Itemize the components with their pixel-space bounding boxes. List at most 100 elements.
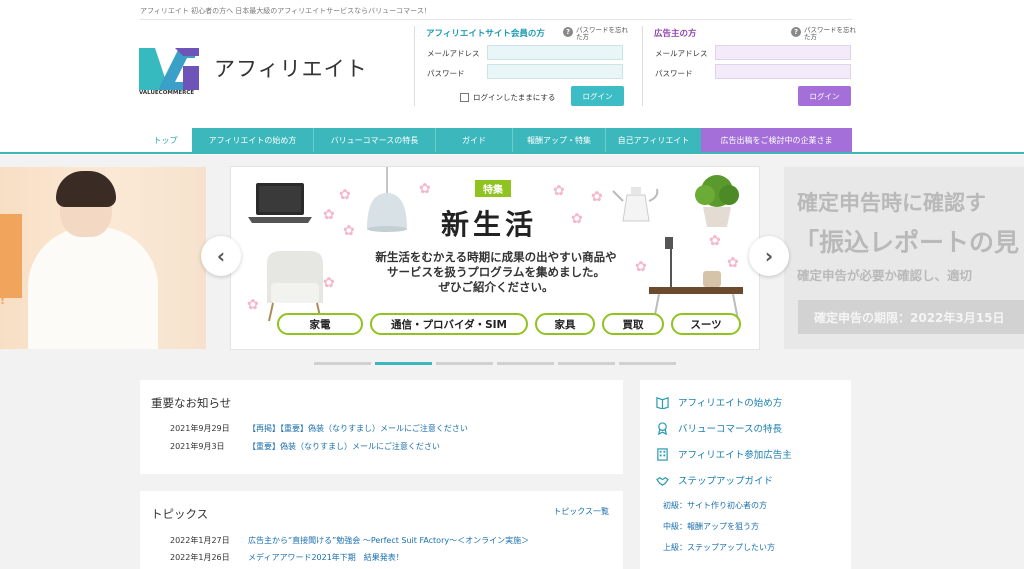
chevron-left-icon: ‹ bbox=[216, 244, 226, 268]
advertiser-login-title: 広告主の方 bbox=[654, 29, 697, 39]
carousel-indicator[interactable] bbox=[314, 362, 371, 365]
carousel-prev-button[interactable]: ‹ bbox=[201, 236, 241, 276]
news-link[interactable]: 【重要】偽装（なりすまし）メールにご注意ください bbox=[248, 441, 440, 452]
carousel-indicator[interactable] bbox=[558, 362, 615, 365]
carousel-slide-current[interactable]: ✿ ✿ ✿ ✿ ✿ ✿ ✿ ✿ ✿ ✿ ✿ ✿ 特集 新生活 新生活をむかえる時… bbox=[230, 166, 760, 350]
topic-link[interactable]: メディアアワード2021年下期 結果発表！ bbox=[248, 552, 404, 563]
award-icon bbox=[657, 421, 668, 435]
blossom-icon: ✿ bbox=[571, 211, 583, 227]
feature-badge: 特集 bbox=[475, 180, 511, 197]
kettle-image bbox=[612, 187, 659, 222]
member-login-box: アフィリエイトサイト会員の方 ? パスワードを忘れた方 メールアドレス パスワー… bbox=[414, 26, 630, 106]
person-hair bbox=[56, 171, 116, 207]
member-login-button[interactable]: ログイン bbox=[571, 86, 624, 106]
carousel-indicator[interactable] bbox=[497, 362, 554, 365]
question-icon: ? bbox=[791, 27, 801, 37]
blossom-icon: ✿ bbox=[339, 187, 351, 203]
lamp-image bbox=[367, 167, 407, 232]
sidebar: アフィリエイトの始め方 バリューコマースの特長 アフィリエイト参加広告主 ステッ… bbox=[640, 380, 851, 569]
advertiser-password-field[interactable] bbox=[715, 64, 851, 79]
main-nav: トップ アフィリエイトの始め方 バリューコマースの特長 ガイド 報酬アップ・特集… bbox=[140, 128, 702, 152]
blossom-icon: ✿ bbox=[343, 223, 355, 239]
topics-list-link[interactable]: トピックス一覧 bbox=[553, 506, 609, 517]
topic-date: 2022年1月27日 bbox=[170, 536, 230, 545]
news-date: 2021年9月3日 bbox=[170, 442, 225, 451]
nav-how-to-start[interactable]: アフィリエイトの始め方 bbox=[192, 128, 314, 152]
advertiser-email-field[interactable] bbox=[715, 45, 851, 60]
banner-accent bbox=[0, 214, 22, 298]
category-pill[interactable]: 通信・プロバイダ・SIM bbox=[370, 313, 528, 335]
plant-image bbox=[695, 175, 739, 227]
slide-description: 新生活をむかえる時期に成果の出やすい商品や サービスを扱うプログラムを集めました… bbox=[375, 250, 617, 294]
book-icon bbox=[656, 396, 669, 409]
nav-self-affiliate[interactable]: 自己アフィリエイト bbox=[606, 128, 702, 152]
tagline: アフィリエイト 初心者の方へ 日本最大級のアフィリエイトサービスならバリューコマ… bbox=[140, 7, 431, 15]
blossom-icon: ✿ bbox=[591, 189, 603, 205]
carousel-indicator-active[interactable] bbox=[375, 362, 432, 365]
stay-logged-in-option[interactable]: ログインしたままにする bbox=[460, 92, 555, 103]
blossom-icon: ✿ bbox=[553, 183, 565, 199]
advertiser-login-button[interactable]: ログイン bbox=[798, 86, 851, 106]
carousel-next-button[interactable]: › bbox=[749, 236, 789, 276]
category-pill[interactable]: 家電 bbox=[277, 313, 363, 335]
blossom-icon: ✿ bbox=[323, 207, 335, 223]
nav-guide[interactable]: ガイド bbox=[436, 128, 513, 152]
handshake-icon bbox=[656, 476, 669, 486]
nav-features[interactable]: バリューコマースの特長 bbox=[314, 128, 436, 152]
header: アフィリエイト 初心者の方へ 日本最大級のアフィリエイトサービスならバリューコマ… bbox=[0, 0, 1024, 155]
topics-panel: トピックス トピックス一覧 2022年1月27日 広告主から“直接聞ける”勉強会… bbox=[140, 491, 623, 569]
logo-subtext: VALUECOMMERCE bbox=[139, 90, 195, 96]
nav-reward-up[interactable]: 報酬アップ・特集 bbox=[513, 128, 606, 152]
topic-link[interactable]: 広告主から“直接聞ける”勉強会 〜Perfect Suit FActory〜＜オ… bbox=[248, 535, 529, 546]
carousel-indicator[interactable] bbox=[436, 362, 493, 365]
slide-next-desc: 確定申告が必要か確認し、適切 bbox=[797, 268, 973, 283]
category-pill[interactable]: 家具 bbox=[535, 313, 595, 335]
nav-advertiser[interactable]: 広告出稿をご検討中の企業さま bbox=[701, 128, 852, 152]
advertiser-forgot-password-link[interactable]: ? パスワードを忘れた方 bbox=[791, 27, 861, 41]
carousel-slide-next[interactable]: 確定申告時に確認す 「振込レポートの見 確定申告が必要か確認し、適切 確定申告の… bbox=[784, 167, 1024, 349]
slide-next-title: 確定申告時に確認す bbox=[797, 191, 986, 215]
sidebar-sub-beginner[interactable]: 初級：サイト作り初心者の方 bbox=[663, 500, 767, 511]
building-icon bbox=[657, 447, 668, 461]
category-pill[interactable]: 買取 bbox=[602, 313, 664, 335]
sidebar-sub-intermediate[interactable]: 中級：報酬アップを狙う方 bbox=[663, 521, 759, 532]
sidebar-item-advertisers[interactable]: アフィリエイト参加広告主 bbox=[656, 447, 792, 461]
topic-date: 2022年1月26日 bbox=[170, 553, 230, 562]
member-email-field[interactable] bbox=[487, 45, 623, 60]
divider bbox=[140, 19, 852, 20]
sidebar-item-how-to-start[interactable]: アフィリエイトの始め方 bbox=[656, 395, 782, 409]
member-login-title: アフィリエイトサイト会員の方 bbox=[426, 29, 545, 39]
slide-next-deadline: 確定申告の期限：2022年3月15日 bbox=[798, 300, 1024, 334]
person-image bbox=[28, 227, 158, 349]
list-item: 2021年9月29日 【再掲】【重要】偽装（なりすまし）メールにご注意ください bbox=[170, 423, 468, 434]
list-item: 2022年1月27日 広告主から“直接聞ける”勉強会 〜Perfect Suit… bbox=[170, 535, 529, 546]
nav-underline bbox=[0, 152, 1024, 154]
sidebar-item-features[interactable]: バリューコマースの特長 bbox=[656, 421, 782, 435]
list-item: 2021年9月3日 【重要】偽装（なりすまし）メールにご注意ください bbox=[170, 441, 440, 452]
chair-image bbox=[267, 251, 323, 322]
stay-logged-in-label: ログインしたままにする bbox=[473, 93, 556, 102]
member-email-label: メールアドレス bbox=[427, 49, 480, 58]
nav-top[interactable]: トップ bbox=[140, 128, 192, 152]
news-link[interactable]: 【再掲】【重要】偽装（なりすまし）メールにご注意ください bbox=[248, 423, 468, 434]
sidebar-item-step-up-guide[interactable]: ステップアップガイド bbox=[656, 473, 773, 487]
slide-title: 新生活 bbox=[441, 208, 538, 241]
brand-title[interactable]: アフィリエイト bbox=[214, 53, 368, 83]
category-pill[interactable]: スーツ bbox=[671, 313, 741, 335]
carousel-slide-previous[interactable]: ! bbox=[0, 167, 206, 349]
banner-partial-text: ! bbox=[0, 294, 6, 307]
chevron-right-icon: › bbox=[764, 244, 774, 268]
carousel-indicators bbox=[314, 362, 676, 365]
sidebar-sub-advanced[interactable]: 上級：ステップアップしたい方 bbox=[663, 542, 775, 553]
slide-next-subtitle: 「振込レポートの見 bbox=[794, 228, 1020, 257]
topics-title: トピックス bbox=[151, 507, 209, 521]
stay-logged-in-checkbox[interactable] bbox=[460, 93, 469, 102]
advertiser-email-label: メールアドレス bbox=[655, 49, 708, 58]
blossom-icon: ✿ bbox=[247, 297, 259, 313]
member-password-field[interactable] bbox=[487, 64, 623, 79]
member-forgot-password-link[interactable]: ? パスワードを忘れた方 bbox=[563, 27, 633, 41]
list-item: 2022年1月26日 メディアアワード2021年下期 結果発表！ bbox=[170, 552, 404, 563]
news-date: 2021年9月29日 bbox=[170, 424, 230, 433]
carousel-indicator[interactable] bbox=[619, 362, 676, 365]
question-icon: ? bbox=[563, 27, 573, 37]
